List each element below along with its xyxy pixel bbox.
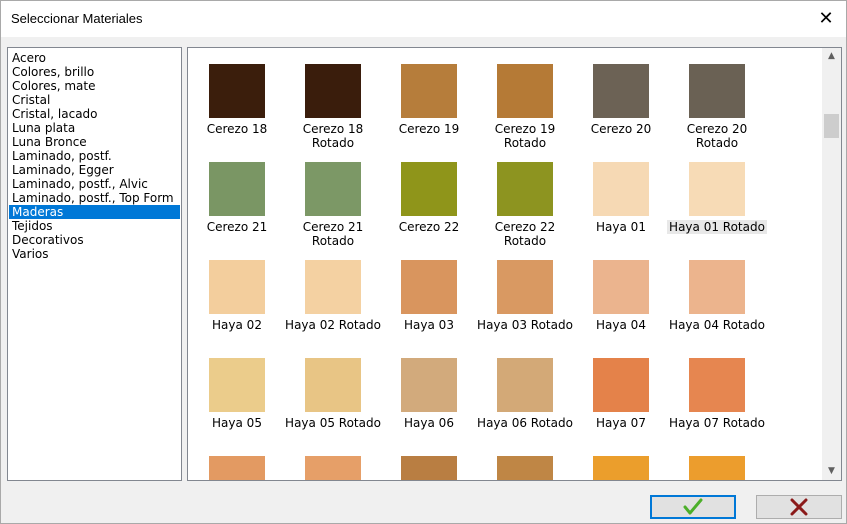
material-swatch (593, 162, 649, 216)
material-swatch (497, 64, 553, 118)
material-label: Cerezo 19 Rotado (494, 122, 556, 150)
material-label: Haya 05 Rotado (285, 416, 381, 430)
material-swatch (209, 358, 265, 412)
scroll-thumb[interactable] (824, 114, 839, 138)
category-item[interactable]: Colores, brillo (9, 65, 180, 79)
category-item[interactable]: Cristal (9, 93, 180, 107)
material-label: Haya 03 Rotado (477, 318, 573, 332)
category-item[interactable]: Decorativos (9, 233, 180, 247)
material-swatch (401, 260, 457, 314)
material-swatch (689, 358, 745, 412)
material-swatch (689, 260, 745, 314)
material-label: Haya 01 Rotado (667, 220, 767, 234)
category-item[interactable]: Colores, mate (9, 79, 180, 93)
material-swatch (209, 162, 265, 216)
category-item[interactable]: Laminado, postf., Top Form (9, 191, 180, 205)
x-icon (790, 498, 808, 516)
material-label: Haya 07 (596, 416, 646, 430)
material-swatch (209, 64, 265, 118)
material-label: Cerezo 21 Rotado (302, 220, 364, 248)
title-bar: Seleccionar Materiales ✕ (1, 1, 846, 37)
material-label: Haya 02 Rotado (285, 318, 381, 332)
material-swatch (401, 358, 457, 412)
material-label: Haya 01 (596, 220, 646, 234)
material-swatch (209, 260, 265, 314)
material-label: Haya 06 Rotado (477, 416, 573, 430)
material-swatch (593, 260, 649, 314)
material-label: Haya 06 (404, 416, 454, 430)
material-label: Haya 07 Rotado (669, 416, 765, 430)
material-label: Haya 02 (212, 318, 262, 332)
material-label: Haya 05 (212, 416, 262, 430)
category-item[interactable]: Acero (9, 51, 180, 65)
scroll-down-icon[interactable]: ▼ (822, 463, 841, 480)
material-swatch (497, 260, 553, 314)
material-label: Cerezo 20 (590, 122, 652, 136)
material-label: Cerezo 21 (206, 220, 268, 234)
material-swatch (401, 456, 457, 480)
material-swatch (689, 64, 745, 118)
material-label: Haya 04 (596, 318, 646, 332)
category-item[interactable]: Cristal, lacado (9, 107, 180, 121)
category-item[interactable]: Laminado, postf. (9, 149, 180, 163)
scroll-up-icon[interactable]: ▲ (822, 48, 841, 65)
category-list[interactable]: Acero Colores, brillo Colores, mate Cristal… (7, 47, 182, 481)
material-swatch (497, 358, 553, 412)
window-title: Seleccionar Materiales (11, 11, 143, 26)
material-swatch (401, 162, 457, 216)
category-item[interactable]: Luna Bronce (9, 135, 180, 149)
material-label: Cerezo 22 Rotado (494, 220, 556, 248)
cancel-button[interactable] (756, 495, 842, 519)
category-item[interactable]: Maderas (9, 205, 180, 219)
material-label: Cerezo 19 (398, 122, 460, 136)
material-swatch (209, 456, 265, 480)
material-swatch (305, 162, 361, 216)
material-swatch (593, 358, 649, 412)
vertical-scrollbar[interactable]: ▲ ▼ (822, 48, 841, 480)
material-swatch (593, 456, 649, 480)
material-swatch (689, 456, 745, 480)
material-swatch (689, 162, 745, 216)
material-label: Haya 04 Rotado (669, 318, 765, 332)
category-item[interactable]: Laminado, postf., Alvic (9, 177, 180, 191)
material-swatch (305, 358, 361, 412)
material-swatch (305, 456, 361, 480)
category-item[interactable]: Laminado, Egger (9, 163, 180, 177)
material-swatch (497, 162, 553, 216)
material-swatch (401, 64, 457, 118)
materials-panel: Cerezo 18 Cerezo 18 Rotado Cerezo 19 Cerezo … (187, 47, 842, 481)
material-swatch (305, 260, 361, 314)
material-swatch (497, 456, 553, 480)
category-item[interactable]: Luna plata (9, 121, 180, 135)
material-selector-dialog: Seleccionar Materiales ✕ Acero Colores, b… (0, 0, 847, 524)
close-icon[interactable]: ✕ (814, 7, 838, 31)
category-item[interactable]: Varios (9, 247, 180, 261)
material-swatch (593, 64, 649, 118)
ok-button[interactable] (650, 495, 736, 519)
material-label: Cerezo 18 (206, 122, 268, 136)
material-swatch (305, 64, 361, 118)
category-item[interactable]: Tejidos (9, 219, 180, 233)
material-label: Cerezo 18 Rotado (302, 122, 364, 150)
material-label: Cerezo 22 (398, 220, 460, 234)
check-icon (683, 498, 703, 515)
material-label: Haya 03 (404, 318, 454, 332)
material-label: Cerezo 20 Rotado (686, 122, 748, 150)
